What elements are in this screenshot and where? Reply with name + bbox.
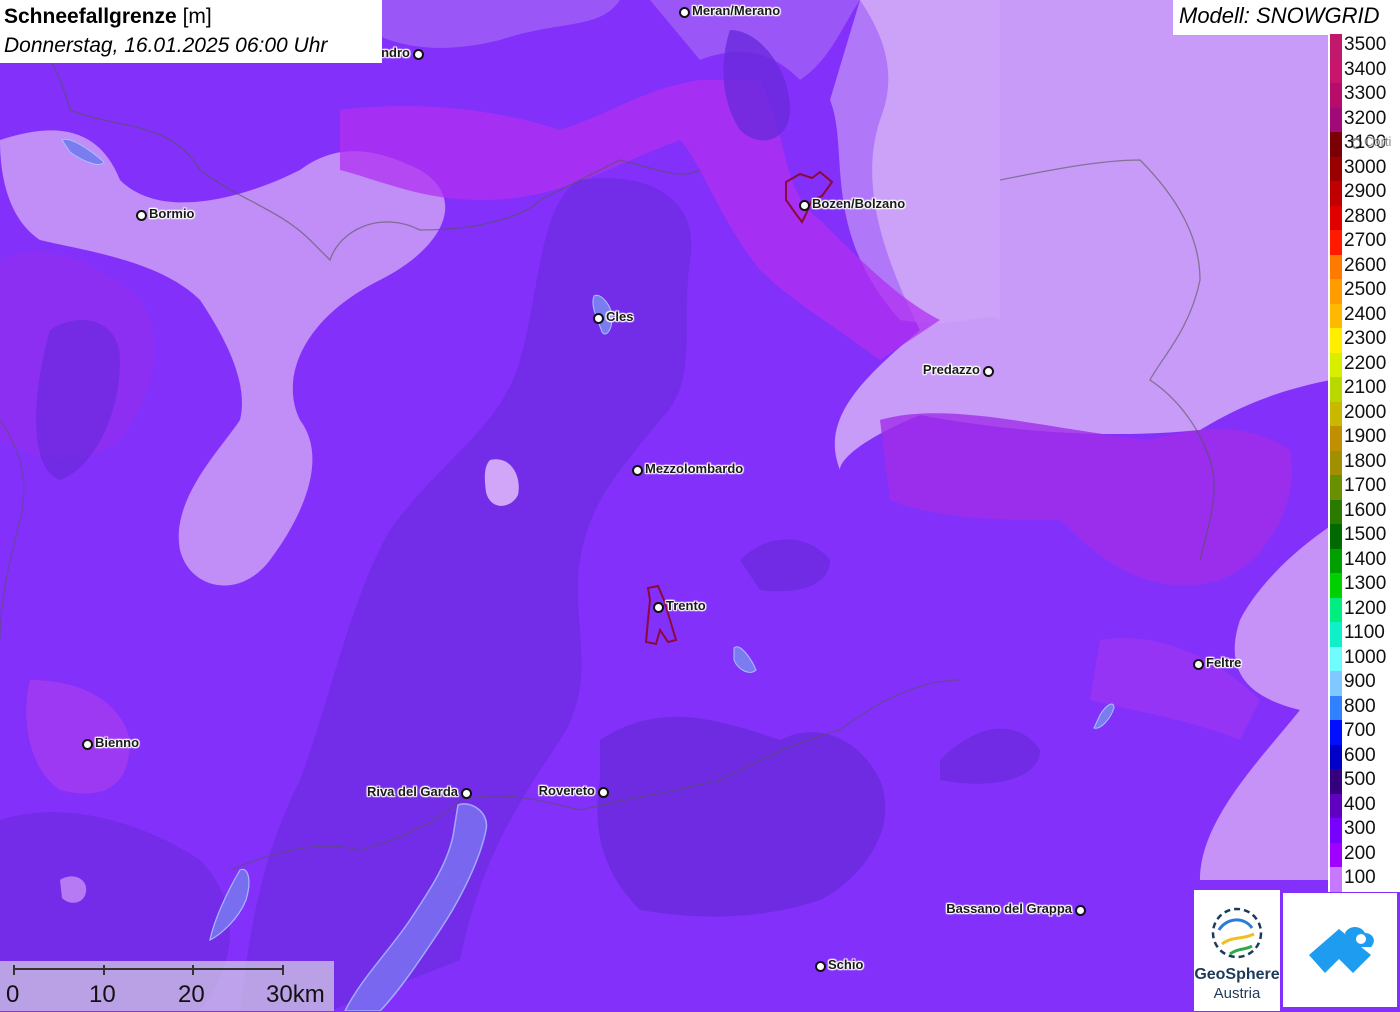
legend-row: 2100 — [1328, 365, 1400, 402]
map-datetime: Donnerstag, 16.01.2025 06:00 Uhr — [4, 34, 328, 57]
city-label[interactable]: Trento — [666, 598, 706, 613]
city-marker[interactable] — [413, 49, 424, 60]
zone-100-blob-left — [60, 876, 87, 903]
city-label[interactable]: Bienno — [95, 735, 139, 750]
legend-row: 1000 — [1328, 635, 1400, 672]
legend-row: 900 — [1328, 659, 1400, 696]
variable-unit: [m] — [182, 5, 212, 28]
geosphere-name: GeoSphere — [1194, 966, 1280, 983]
legend-row: 200 — [1328, 831, 1400, 868]
scale-label-0: 0 — [6, 981, 20, 1008]
legend-row: 2200 — [1328, 341, 1400, 378]
legend-row: 300 — [1328, 806, 1400, 843]
map-title-box: Schneefallgrenze [m] Donnerstag, 16.01.2… — [0, 0, 382, 63]
city-label[interactable]: Rovereto — [539, 783, 595, 798]
legend-row: 400 — [1328, 782, 1400, 819]
city-label[interactable]: Cles — [606, 309, 633, 324]
legend-label: 100 — [1344, 867, 1376, 889]
city-marker[interactable] — [82, 739, 93, 750]
city-marker[interactable] — [1075, 905, 1086, 916]
legend-row: 1400 — [1328, 537, 1400, 574]
geosphere-logo[interactable]: GeoSphere Austria — [1194, 890, 1280, 1011]
city-marker[interactable] — [632, 465, 643, 476]
legend-row: 500 — [1328, 757, 1400, 794]
legend-row: 1900 — [1328, 414, 1400, 451]
city-marker[interactable] — [598, 787, 609, 798]
city-label[interactable]: Predazzo — [923, 362, 980, 377]
legend-row: 2300 — [1328, 316, 1400, 353]
map-title: Schneefallgrenze [m] — [4, 2, 378, 31]
variable-name: Schneefallgrenze — [4, 5, 177, 28]
city-label[interactable]: Bozen/Bolzano — [812, 196, 905, 211]
city-marker[interactable] — [679, 7, 690, 18]
snowfall-map[interactable] — [0, 0, 1400, 1011]
legend-row: 1700 — [1328, 463, 1400, 500]
city-marker[interactable] — [593, 313, 604, 324]
legend-row: 1500 — [1328, 512, 1400, 549]
legend-row: 3500 — [1328, 22, 1400, 59]
city-marker[interactable] — [653, 602, 664, 613]
city-label[interactable]: Schio — [828, 957, 863, 972]
legend-row: 1600 — [1328, 488, 1400, 525]
scale-bar: 0 10 20 30km — [0, 961, 334, 1011]
legend-row: 1100 — [1328, 610, 1400, 647]
legend-row: 3300 — [1328, 71, 1400, 108]
city-marker[interactable] — [136, 210, 147, 221]
legend-swatch — [1330, 867, 1342, 892]
app-logo[interactable] — [1283, 893, 1397, 1007]
city-marker[interactable] — [815, 961, 826, 972]
city-label[interactable]: ndro — [381, 45, 410, 60]
scale-label-10: 10 — [89, 981, 116, 1008]
city-marker[interactable] — [1193, 659, 1204, 670]
legend-row: 2600 — [1328, 243, 1400, 280]
city-marker[interactable] — [799, 200, 810, 211]
cloud-arrow-icon — [1309, 927, 1374, 973]
city-label[interactable]: Corti — [1364, 134, 1391, 149]
city-label[interactable]: Riva del Garda — [367, 784, 458, 799]
legend-row: 2800 — [1328, 194, 1400, 231]
city-label[interactable]: Meran/Merano — [692, 3, 780, 18]
legend-row: 800 — [1328, 684, 1400, 721]
legend-row: 2400 — [1328, 292, 1400, 329]
scale-label-30: 30km — [266, 981, 325, 1008]
city-label[interactable]: Bassano del Grappa — [946, 901, 1072, 916]
legend-row: 3200 — [1328, 96, 1400, 133]
scale-label-20: 20 — [178, 981, 205, 1008]
legend-row: 100 — [1328, 855, 1400, 892]
legend-row: 2500 — [1328, 267, 1400, 304]
city-marker[interactable] — [461, 788, 472, 799]
city-label[interactable]: Bormio — [149, 206, 195, 221]
city-marker[interactable] — [1351, 138, 1362, 149]
legend-row: 2900 — [1328, 169, 1400, 206]
geosphere-emblem-icon — [1211, 907, 1263, 959]
city-marker[interactable] — [983, 366, 994, 377]
legend-row: 1300 — [1328, 561, 1400, 598]
legend-row: 2700 — [1328, 218, 1400, 255]
city-label[interactable]: Mezzolombardo — [645, 461, 743, 476]
legend-row: 600 — [1328, 733, 1400, 770]
legend-row: 3400 — [1328, 47, 1400, 83]
geosphere-country: Austria — [1213, 985, 1261, 1002]
legend-row: 1800 — [1328, 439, 1400, 476]
city-label[interactable]: Feltre — [1206, 655, 1241, 670]
legend-row: 2000 — [1328, 390, 1400, 427]
color-legend: 3500 3400 3300 3200 3100 3000 2900 2800 2700 2600… — [1328, 34, 1400, 892]
legend-row: 700 — [1328, 708, 1400, 745]
legend-row: 1200 — [1328, 586, 1400, 623]
